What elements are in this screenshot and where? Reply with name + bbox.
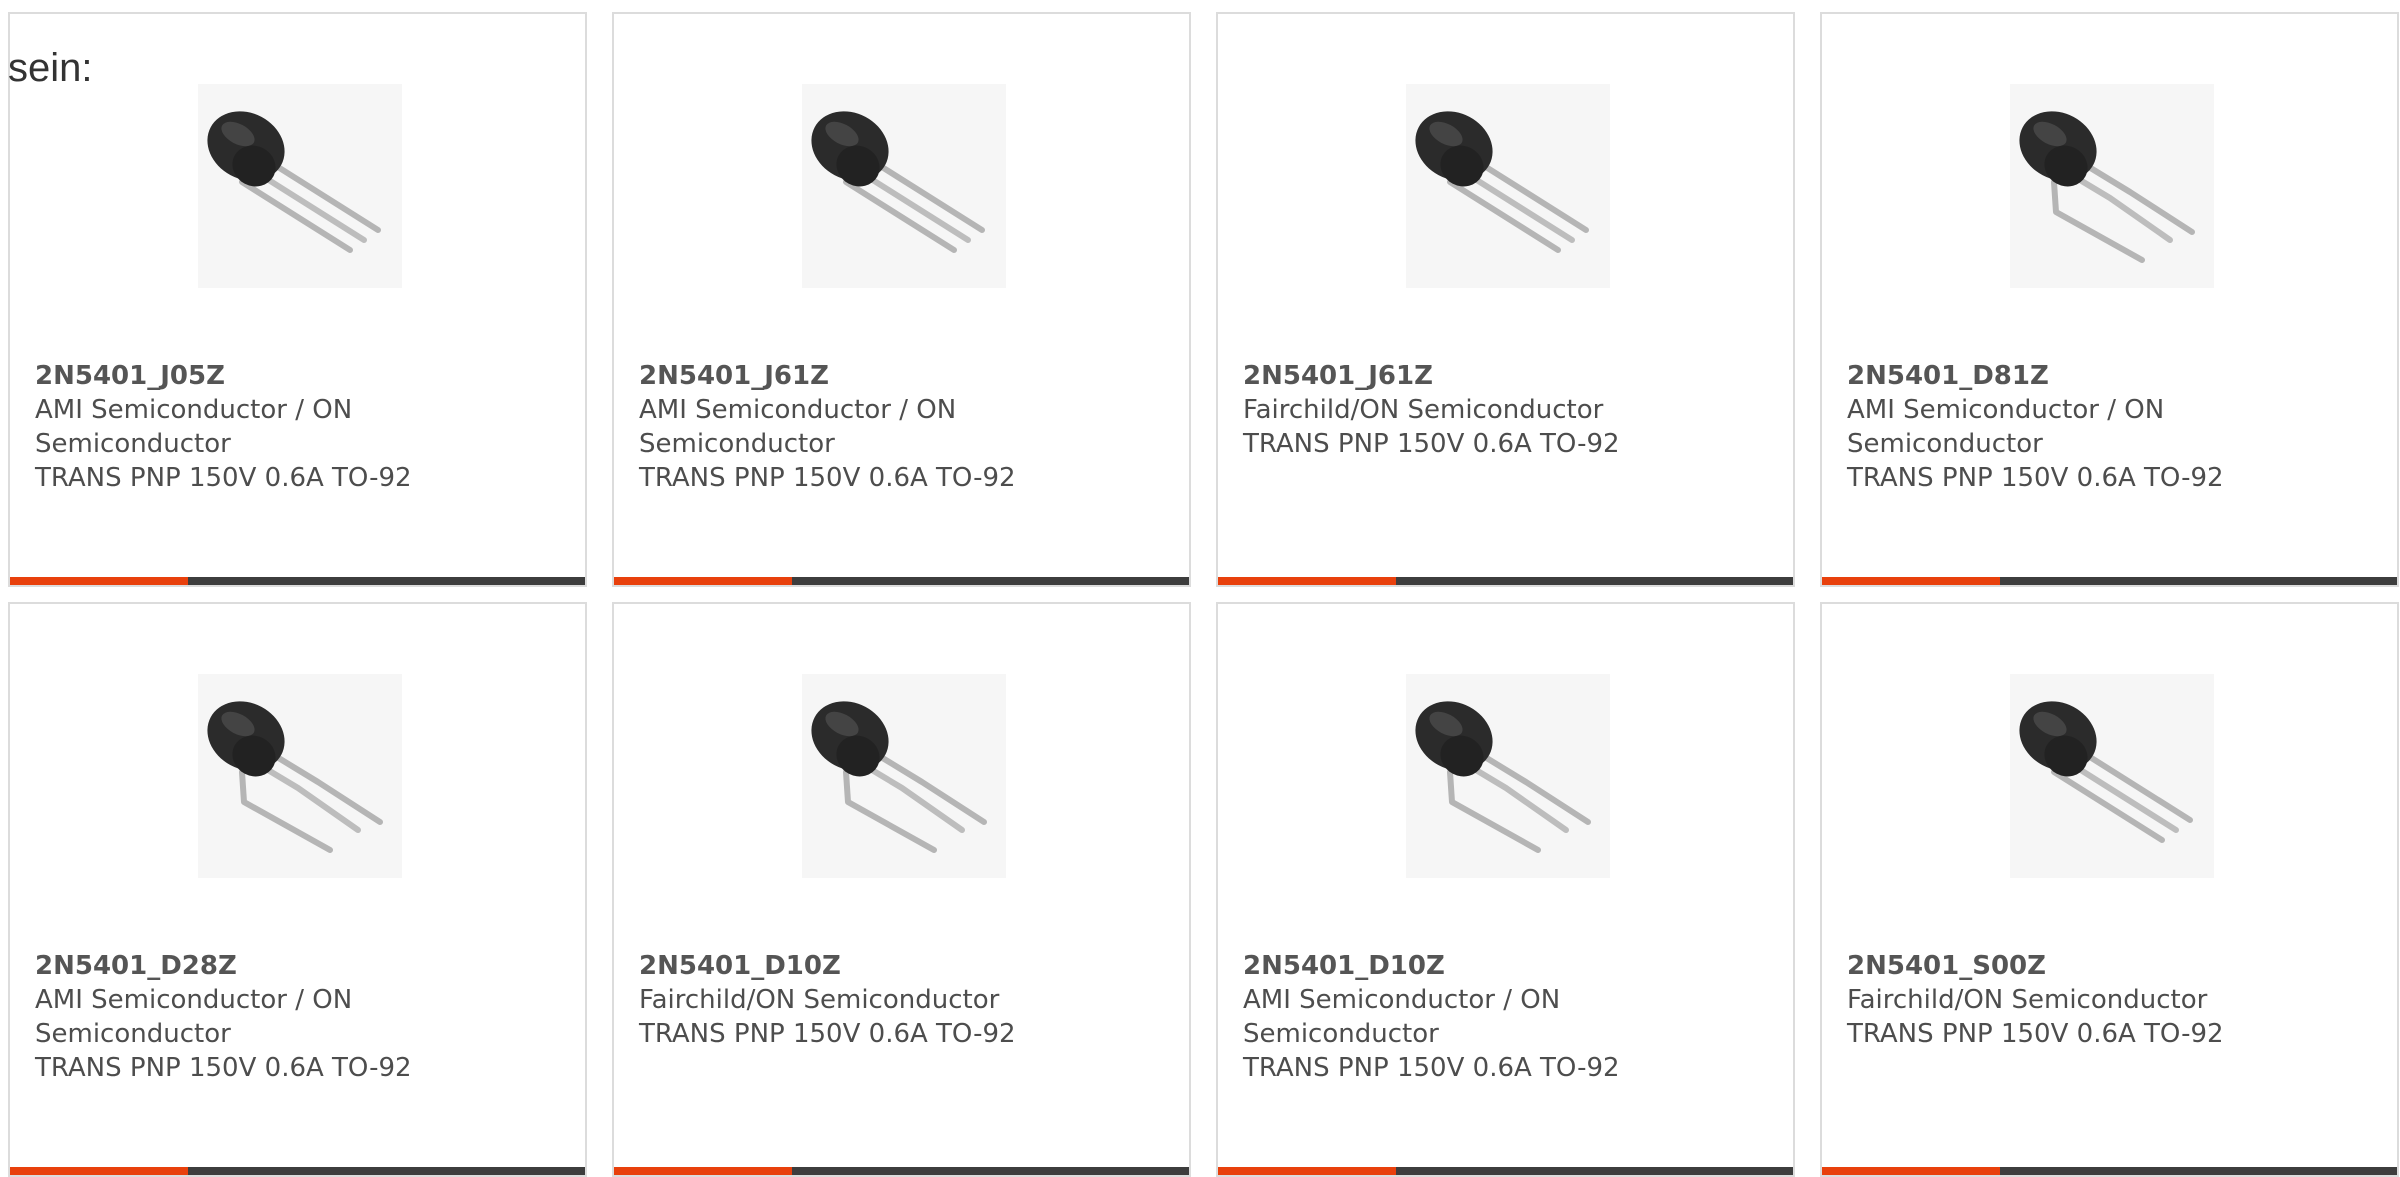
to92-transistor-straight-leads-icon [2019, 701, 2193, 843]
manufacturer: Fairchild/ON Semiconductor [1847, 985, 2208, 1015]
card-progress-bar-accent [1218, 1167, 1397, 1175]
product-info: 2N5401_D10Z AMI Semiconductor / ON Semic… [1243, 949, 1693, 1085]
card-progress-bar [1822, 577, 2397, 585]
part-number[interactable]: 2N5401_J61Z [1243, 359, 1693, 393]
to92-transistor-straight-leads-icon [1415, 111, 1589, 253]
product-card[interactable]: 2N5401_S00Z Fairchild/ON Semiconductor T… [1820, 602, 2399, 1177]
part-number[interactable]: 2N5401_J05Z [35, 359, 485, 393]
product-info: 2N5401_J05Z AMI Semiconductor / ON Semic… [35, 359, 485, 495]
part-number[interactable]: 2N5401_D10Z [639, 949, 1089, 983]
product-card[interactable]: 2N5401_J61Z AMI Semiconductor / ON Semic… [612, 12, 1191, 587]
part-number[interactable]: 2N5401_D28Z [35, 949, 485, 983]
card-progress-bar-accent [10, 1167, 189, 1175]
product-card[interactable]: 2N5401_D28Z AMI Semiconductor / ON Semic… [8, 602, 587, 1177]
product-image[interactable] [198, 674, 402, 878]
product-image[interactable] [198, 84, 402, 288]
description: TRANS PNP 150V 0.6A TO-92 [35, 463, 412, 493]
manufacturer: AMI Semiconductor / ON Semiconductor [639, 395, 957, 459]
product-card[interactable]: 2N5401_D10Z Fairchild/ON Semiconductor T… [612, 602, 1191, 1177]
product-image[interactable] [2010, 84, 2214, 288]
product-image[interactable] [1406, 674, 1610, 878]
manufacturer: AMI Semiconductor / ON Semiconductor [35, 395, 353, 459]
product-image[interactable] [2010, 674, 2214, 878]
to92-transistor-straight-leads-icon [207, 111, 381, 253]
card-progress-bar [614, 577, 1189, 585]
card-progress-bar [10, 1167, 585, 1175]
product-info: 2N5401_S00Z Fairchild/ON Semiconductor T… [1847, 949, 2297, 1051]
manufacturer: Fairchild/ON Semiconductor [639, 985, 1000, 1015]
manufacturer: Fairchild/ON Semiconductor [1243, 395, 1604, 425]
to92-transistor-bent-leads-icon [1415, 701, 1591, 853]
product-info: 2N5401_J61Z Fairchild/ON Semiconductor T… [1243, 359, 1693, 461]
part-number[interactable]: 2N5401_D81Z [1847, 359, 2297, 393]
card-progress-bar [614, 1167, 1189, 1175]
card-progress-bar-accent [1218, 577, 1397, 585]
to92-transistor-bent-leads-icon [2019, 111, 2195, 263]
product-card[interactable]: 2N5401_D10Z AMI Semiconductor / ON Semic… [1216, 602, 1795, 1177]
product-info: 2N5401_D10Z Fairchild/ON Semiconductor T… [639, 949, 1089, 1051]
product-info: 2N5401_J61Z AMI Semiconductor / ON Semic… [639, 359, 1089, 495]
description: TRANS PNP 150V 0.6A TO-92 [1243, 429, 1620, 459]
manufacturer: AMI Semiconductor / ON Semiconductor [1847, 395, 2165, 459]
description: TRANS PNP 150V 0.6A TO-92 [35, 1053, 412, 1083]
manufacturer: AMI Semiconductor / ON Semiconductor [1243, 985, 1561, 1049]
description: TRANS PNP 150V 0.6A TO-92 [1847, 1019, 2224, 1049]
product-grid: 2N5401_J05Z AMI Semiconductor / ON Semic… [8, 12, 2400, 1177]
card-progress-bar-accent [1822, 577, 2001, 585]
card-progress-bar [1822, 1167, 2397, 1175]
to92-transistor-bent-leads-icon [811, 701, 987, 853]
card-progress-bar-accent [614, 1167, 793, 1175]
card-progress-bar-accent [1822, 1167, 2001, 1175]
intro-text: sein: [8, 46, 93, 90]
part-number[interactable]: 2N5401_S00Z [1847, 949, 2297, 983]
product-image[interactable] [1406, 84, 1610, 288]
manufacturer: AMI Semiconductor / ON Semiconductor [35, 985, 353, 1049]
product-info: 2N5401_D81Z AMI Semiconductor / ON Semic… [1847, 359, 2297, 495]
product-card[interactable]: 2N5401_D81Z AMI Semiconductor / ON Semic… [1820, 12, 2399, 587]
to92-transistor-straight-leads-icon [811, 111, 985, 253]
description: TRANS PNP 150V 0.6A TO-92 [1847, 463, 2224, 493]
product-image[interactable] [802, 84, 1006, 288]
card-progress-bar [10, 577, 585, 585]
card-progress-bar [1218, 577, 1793, 585]
product-info: 2N5401_D28Z AMI Semiconductor / ON Semic… [35, 949, 485, 1085]
card-progress-bar-accent [614, 577, 793, 585]
description: TRANS PNP 150V 0.6A TO-92 [639, 463, 1016, 493]
product-card[interactable]: 2N5401_J05Z AMI Semiconductor / ON Semic… [8, 12, 587, 587]
description: TRANS PNP 150V 0.6A TO-92 [639, 1019, 1016, 1049]
card-progress-bar [1218, 1167, 1793, 1175]
description: TRANS PNP 150V 0.6A TO-92 [1243, 1053, 1620, 1083]
part-number[interactable]: 2N5401_D10Z [1243, 949, 1693, 983]
product-card[interactable]: 2N5401_J61Z Fairchild/ON Semiconductor T… [1216, 12, 1795, 587]
product-image[interactable] [802, 674, 1006, 878]
part-number[interactable]: 2N5401_J61Z [639, 359, 1089, 393]
card-progress-bar-accent [10, 577, 189, 585]
to92-transistor-bent-leads-icon [207, 701, 383, 853]
